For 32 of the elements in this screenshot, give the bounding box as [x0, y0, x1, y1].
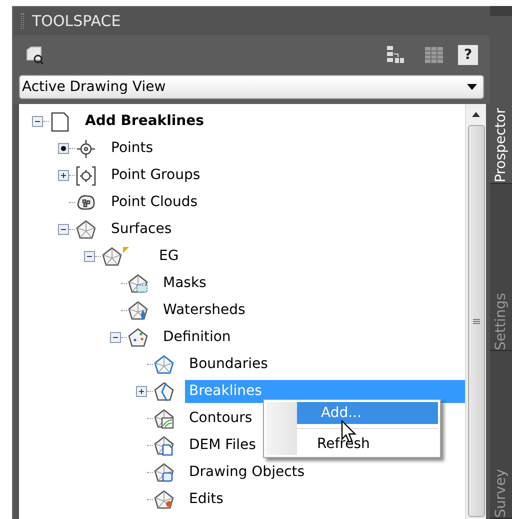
tree-item[interactable]: Watersheds	[159, 299, 246, 322]
drawing-preview-icon[interactable]	[25, 45, 45, 65]
tree-item[interactable]: Point Clouds	[107, 191, 198, 214]
panel-title: TOOLSPACE	[32, 10, 121, 32]
tree-item[interactable]: DEM Files	[185, 434, 256, 457]
view-dropdown[interactable]: Active Drawing View	[19, 75, 484, 99]
menu-icon-column	[266, 402, 297, 455]
scroll-up-arrow-icon[interactable]	[472, 112, 480, 117]
expand-toggle[interactable]	[136, 386, 147, 397]
tree-item[interactable]: Contours	[185, 407, 252, 430]
side-tab[interactable]: Prospector	[490, 16, 512, 184]
collapse-toggle[interactable]	[58, 224, 69, 235]
hierarchy-icon[interactable]	[386, 45, 406, 65]
dropdown-arrow-icon	[467, 84, 477, 90]
expand-toggle[interactable]	[58, 170, 69, 181]
collapse-toggle[interactable]	[32, 116, 43, 127]
tree-item[interactable]: EG	[155, 245, 179, 268]
tree-item[interactable]: Point Groups	[107, 164, 200, 187]
collapse-toggle[interactable]	[110, 332, 121, 343]
menu-item[interactable]: Refresh	[297, 433, 438, 455]
tree-item[interactable]: Surfaces	[107, 218, 172, 241]
tree-item[interactable]: Add Breaklines	[81, 110, 204, 133]
tree-item[interactable]: Masks	[159, 272, 206, 295]
node-checkbox[interactable]	[58, 143, 69, 154]
tree-item[interactable]: Boundaries	[185, 353, 268, 376]
tree-item[interactable]: Drawing Objects	[185, 461, 305, 484]
help-button[interactable]: ?	[458, 45, 478, 65]
collapse-toggle[interactable]	[84, 251, 95, 262]
tree-item[interactable]: Edits	[185, 488, 224, 511]
tree-item[interactable]: Points	[107, 137, 154, 160]
scrollbar[interactable]	[465, 104, 486, 519]
tree-item[interactable]: Definition	[159, 326, 231, 349]
